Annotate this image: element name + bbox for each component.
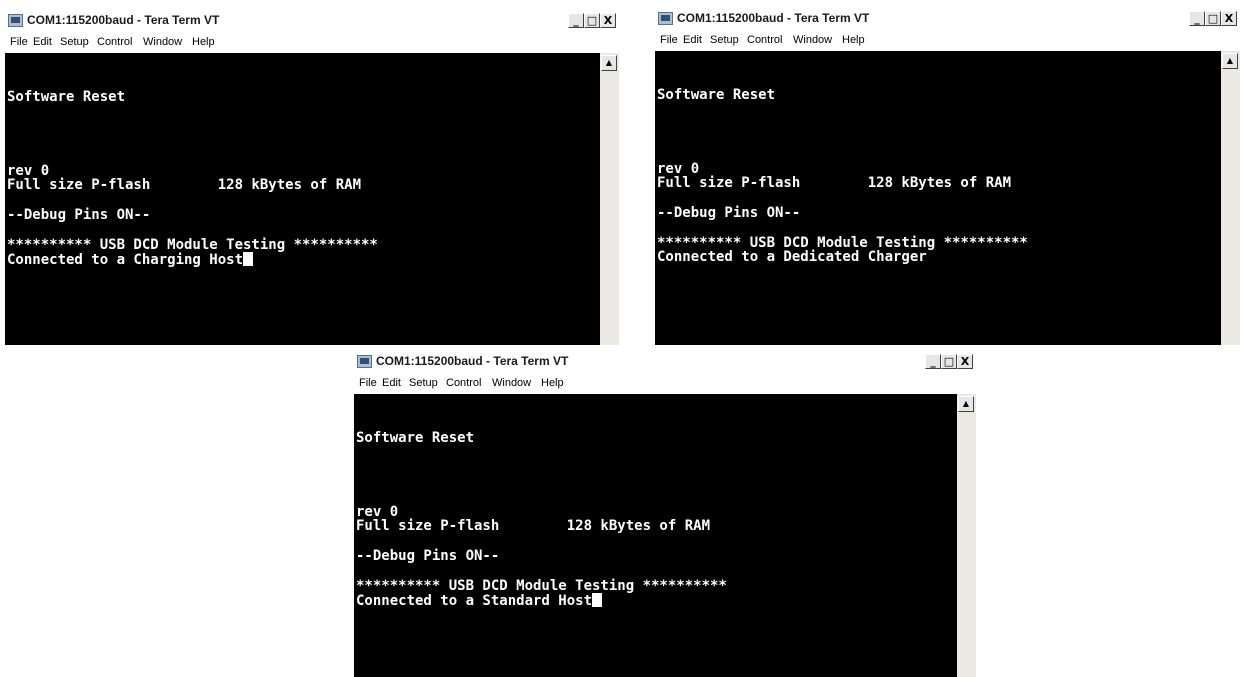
menu-edit[interactable]: Edit	[33, 36, 52, 48]
scroll-up-arrow-icon[interactable]: ▲	[958, 396, 974, 412]
terminal-line: --Debug Pins ON--	[657, 204, 801, 221]
close-button[interactable]: X	[1221, 11, 1237, 26]
terminal-line: Full size P-flash 128 kBytes of RAM	[356, 518, 711, 535]
vertical-scrollbar[interactable]: ▲	[957, 394, 976, 677]
terminal-line: ********** USB DCD Module Testing ******…	[356, 577, 727, 594]
terminal-line: Software Reset	[356, 429, 475, 446]
menu-file[interactable]: File	[359, 377, 377, 389]
terminal-line: Software Reset	[7, 88, 126, 105]
menu-window[interactable]: Window	[793, 34, 832, 46]
terminal-screen[interactable]: Software Reset rev 0 Full size P-flash 1…	[5, 53, 600, 345]
title-bar[interactable]: COM1:115200baud - Tera Term VT _ □ X	[655, 8, 1240, 30]
terminal-line: Full size P-flash 128 kBytes of RAM	[7, 177, 362, 194]
minimize-button[interactable]: _	[925, 354, 941, 369]
menu-file[interactable]: File	[660, 34, 678, 46]
menu-edit[interactable]: Edit	[382, 377, 401, 389]
vertical-scrollbar[interactable]: ▲	[1221, 51, 1240, 345]
menu-setup[interactable]: Setup	[409, 377, 438, 389]
maximize-button[interactable]: □	[1205, 11, 1221, 26]
menu-window[interactable]: Window	[492, 377, 531, 389]
terminal-line: Connected to a Charging Host	[7, 252, 244, 269]
tera-term-window-1: COM1:115200baud - Tera Term VT _ □ X Fil…	[5, 10, 619, 345]
terminal-line: Full size P-flash 128 kBytes of RAM	[657, 175, 1012, 192]
window-title: COM1:115200baud - Tera Term VT	[376, 354, 569, 368]
tera-term-app-icon[interactable]	[357, 355, 372, 368]
menu-window[interactable]: Window	[143, 36, 182, 48]
minimize-button[interactable]: _	[568, 13, 584, 28]
terminal-line: Connected to a Dedicated Charger	[657, 249, 927, 266]
window-title: COM1:115200baud - Tera Term VT	[677, 11, 870, 25]
terminal-line: rev 0	[657, 160, 700, 177]
menu-bar: File Edit Setup Control Window Help	[655, 30, 1240, 51]
terminal-output: Software Reset rev 0 Full size P-flash 1…	[657, 58, 1028, 265]
menu-edit[interactable]: Edit	[683, 34, 702, 46]
terminal-line: Connected to a Standard Host	[356, 593, 593, 610]
vertical-scrollbar[interactable]: ▲	[600, 53, 619, 345]
text-cursor	[243, 252, 254, 267]
tera-term-window-3: COM1:115200baud - Tera Term VT _ □ X Fil…	[354, 351, 976, 677]
terminal-line: rev 0	[7, 162, 50, 179]
terminal-line: rev 0	[356, 503, 399, 520]
menu-help[interactable]: Help	[541, 377, 564, 389]
minimize-button[interactable]: _	[1189, 11, 1205, 26]
scroll-up-arrow-icon[interactable]: ▲	[1222, 53, 1238, 69]
terminal-screen[interactable]: Software Reset rev 0 Full size P-flash 1…	[354, 394, 957, 677]
title-bar[interactable]: COM1:115200baud - Tera Term VT _ □ X	[354, 351, 976, 373]
close-button[interactable]: X	[600, 13, 616, 28]
maximize-button[interactable]: □	[941, 354, 957, 369]
menu-help[interactable]: Help	[192, 36, 215, 48]
terminal-output: Software Reset rev 0 Full size P-flash 1…	[356, 401, 727, 609]
terminal-output: Software Reset rev 0 Full size P-flash 1…	[7, 60, 378, 268]
menu-file[interactable]: File	[10, 36, 28, 48]
title-bar[interactable]: COM1:115200baud - Tera Term VT _ □ X	[5, 10, 619, 32]
menu-setup[interactable]: Setup	[60, 36, 89, 48]
terminal-line: ********** USB DCD Module Testing ******…	[7, 236, 378, 253]
tera-term-app-icon[interactable]	[658, 12, 673, 25]
terminal-line: --Debug Pins ON--	[356, 547, 500, 564]
text-cursor	[592, 593, 603, 608]
menu-help[interactable]: Help	[842, 34, 865, 46]
terminal-line: --Debug Pins ON--	[7, 206, 151, 223]
window-title: COM1:115200baud - Tera Term VT	[27, 13, 220, 27]
window-controls: _ □ X	[925, 354, 973, 370]
window-controls: _ □ X	[1189, 11, 1237, 27]
terminal-screen[interactable]: Software Reset rev 0 Full size P-flash 1…	[655, 51, 1221, 345]
menu-control[interactable]: Control	[446, 377, 481, 389]
menu-control[interactable]: Control	[97, 36, 132, 48]
window-controls: _ □ X	[568, 13, 616, 29]
terminal-line: ********** USB DCD Module Testing ******…	[657, 234, 1028, 251]
menu-bar: File Edit Setup Control Window Help	[354, 373, 976, 394]
menu-setup[interactable]: Setup	[710, 34, 739, 46]
maximize-button[interactable]: □	[584, 13, 600, 28]
terminal-line: Software Reset	[657, 86, 776, 103]
menu-control[interactable]: Control	[747, 34, 782, 46]
scroll-up-arrow-icon[interactable]: ▲	[601, 55, 617, 71]
tera-term-window-2: COM1:115200baud - Tera Term VT _ □ X Fil…	[655, 8, 1240, 345]
menu-bar: File Edit Setup Control Window Help	[5, 32, 619, 53]
tera-term-app-icon[interactable]	[8, 14, 23, 27]
close-button[interactable]: X	[957, 354, 973, 369]
